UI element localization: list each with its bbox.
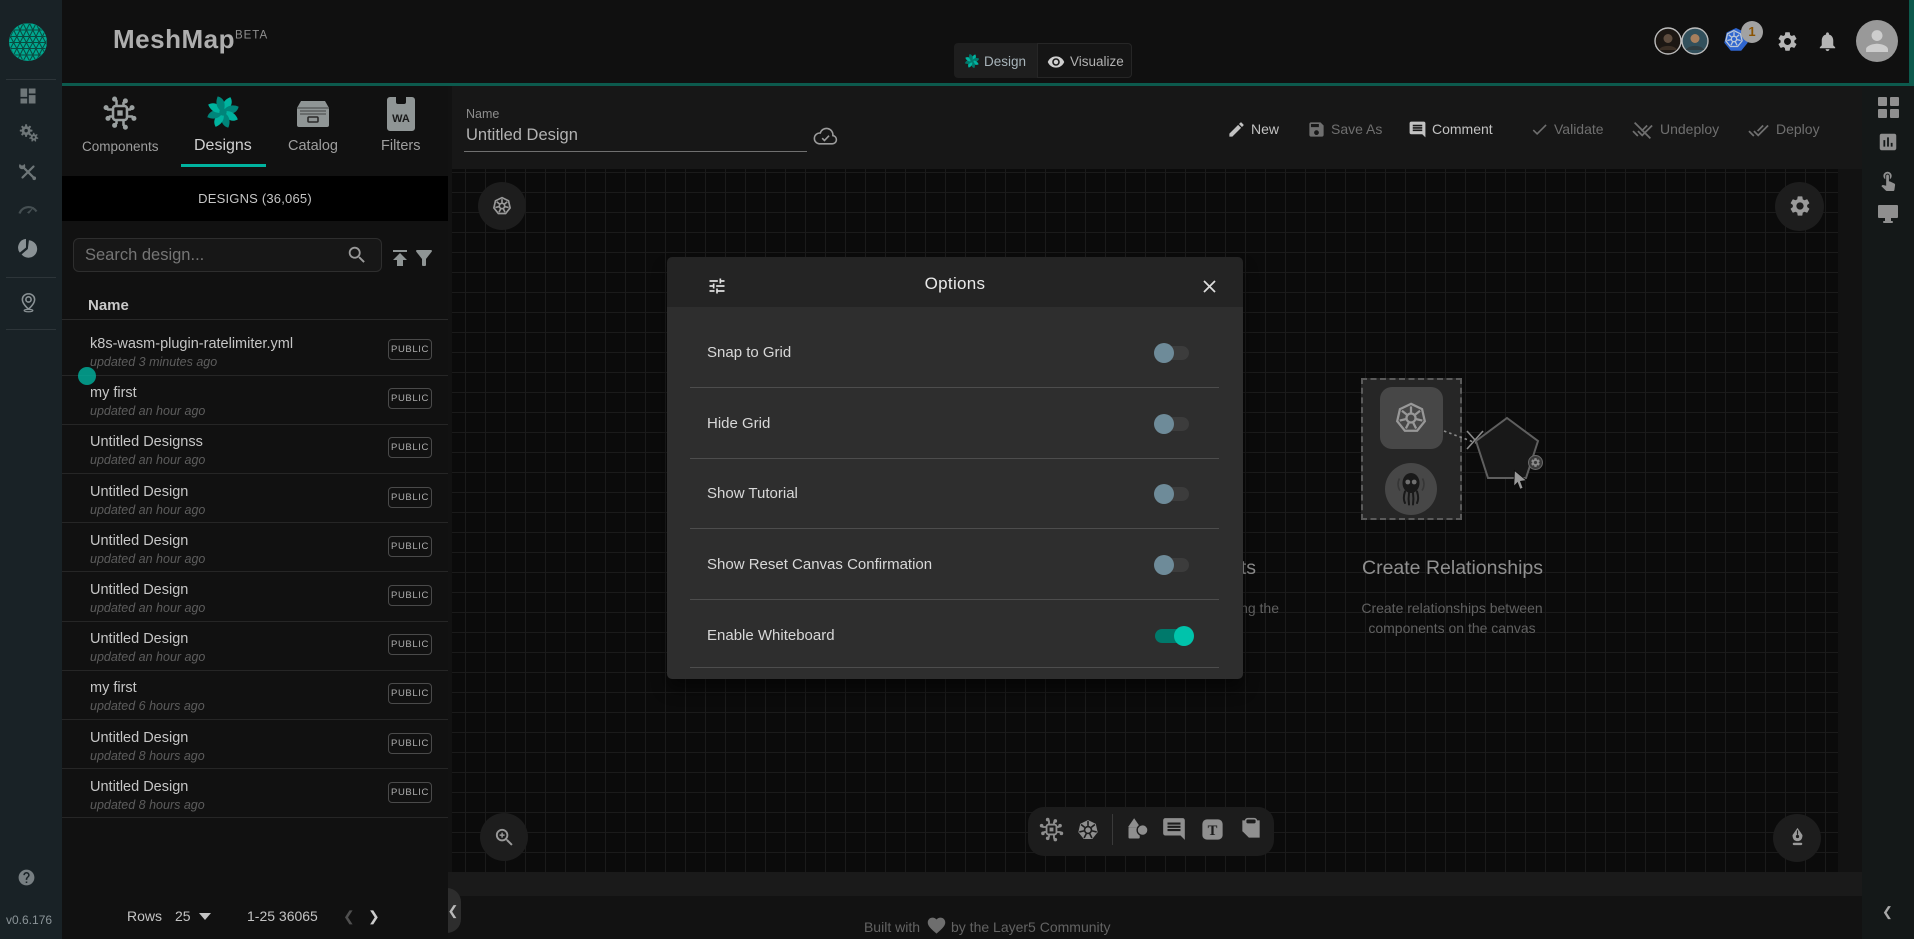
svg-text:WA: WA xyxy=(392,113,410,125)
svg-text:T: T xyxy=(1208,823,1218,839)
